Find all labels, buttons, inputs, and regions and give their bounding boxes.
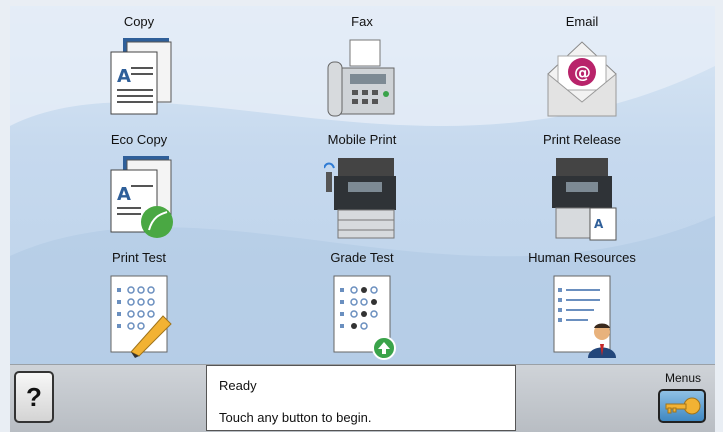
copy-icon: A <box>110 38 172 115</box>
print-release-icon: A <box>552 158 617 241</box>
tile-print-test-label: Print Test <box>112 250 166 265</box>
menus-label: Menus <box>664 371 702 385</box>
tile-email-label: Email <box>565 14 599 29</box>
home-panel: Copy A Fax Email @ Eco Copy A Mobile Pri… <box>10 6 715 364</box>
email-icon: @ <box>547 41 617 117</box>
svg-text:@: @ <box>574 63 591 83</box>
tile-print-release[interactable]: Print Release A <box>492 132 672 244</box>
bottom-status-bar: ? Ready Touch any button to begin. Menus <box>10 364 715 432</box>
fax-icon <box>327 39 395 117</box>
human-resources-icon <box>553 275 616 358</box>
tile-copy[interactable]: Copy A <box>49 14 229 126</box>
tile-email[interactable]: Email @ <box>492 14 672 126</box>
menus-button[interactable]: Menus <box>655 371 711 429</box>
tile-copy-label: Copy <box>123 14 155 29</box>
eco-copy-icon: A <box>110 156 173 238</box>
status-ready-text: Ready <box>219 378 257 393</box>
tile-grade-test-label: Grade Test <box>330 250 394 265</box>
help-button[interactable]: ? <box>14 371 54 423</box>
tile-eco-copy-label: Eco Copy <box>110 132 168 147</box>
tile-human-resources[interactable]: Human Resources <box>492 250 672 362</box>
svg-text:A: A <box>117 66 131 87</box>
status-message-box: Ready Touch any button to begin. <box>206 365 516 431</box>
tile-mobile-print[interactable]: Mobile Print <box>272 132 452 244</box>
printer-home-screen: Copy A Fax Email @ Eco Copy A Mobile Pri… <box>0 0 723 432</box>
grade-test-icon <box>333 275 396 360</box>
tile-mobile-print-label: Mobile Print <box>327 132 397 147</box>
tile-fax[interactable]: Fax <box>272 14 452 126</box>
print-test-icon <box>110 275 172 358</box>
svg-text:A: A <box>117 184 131 205</box>
mobile-print-icon <box>324 158 396 239</box>
tile-human-resources-label: Human Resources <box>528 250 636 265</box>
key-icon <box>665 397 701 415</box>
tile-print-release-label: Print Release <box>542 132 622 147</box>
status-instruction-text: Touch any button to begin. <box>219 410 372 425</box>
menus-key-button[interactable] <box>658 389 706 423</box>
tile-fax-label: Fax <box>351 14 373 29</box>
svg-text:A: A <box>594 217 604 231</box>
tile-grade-test[interactable]: Grade Test <box>272 250 452 362</box>
tile-print-test[interactable]: Print Test <box>49 250 229 362</box>
tile-eco-copy[interactable]: Eco Copy A <box>49 132 229 244</box>
